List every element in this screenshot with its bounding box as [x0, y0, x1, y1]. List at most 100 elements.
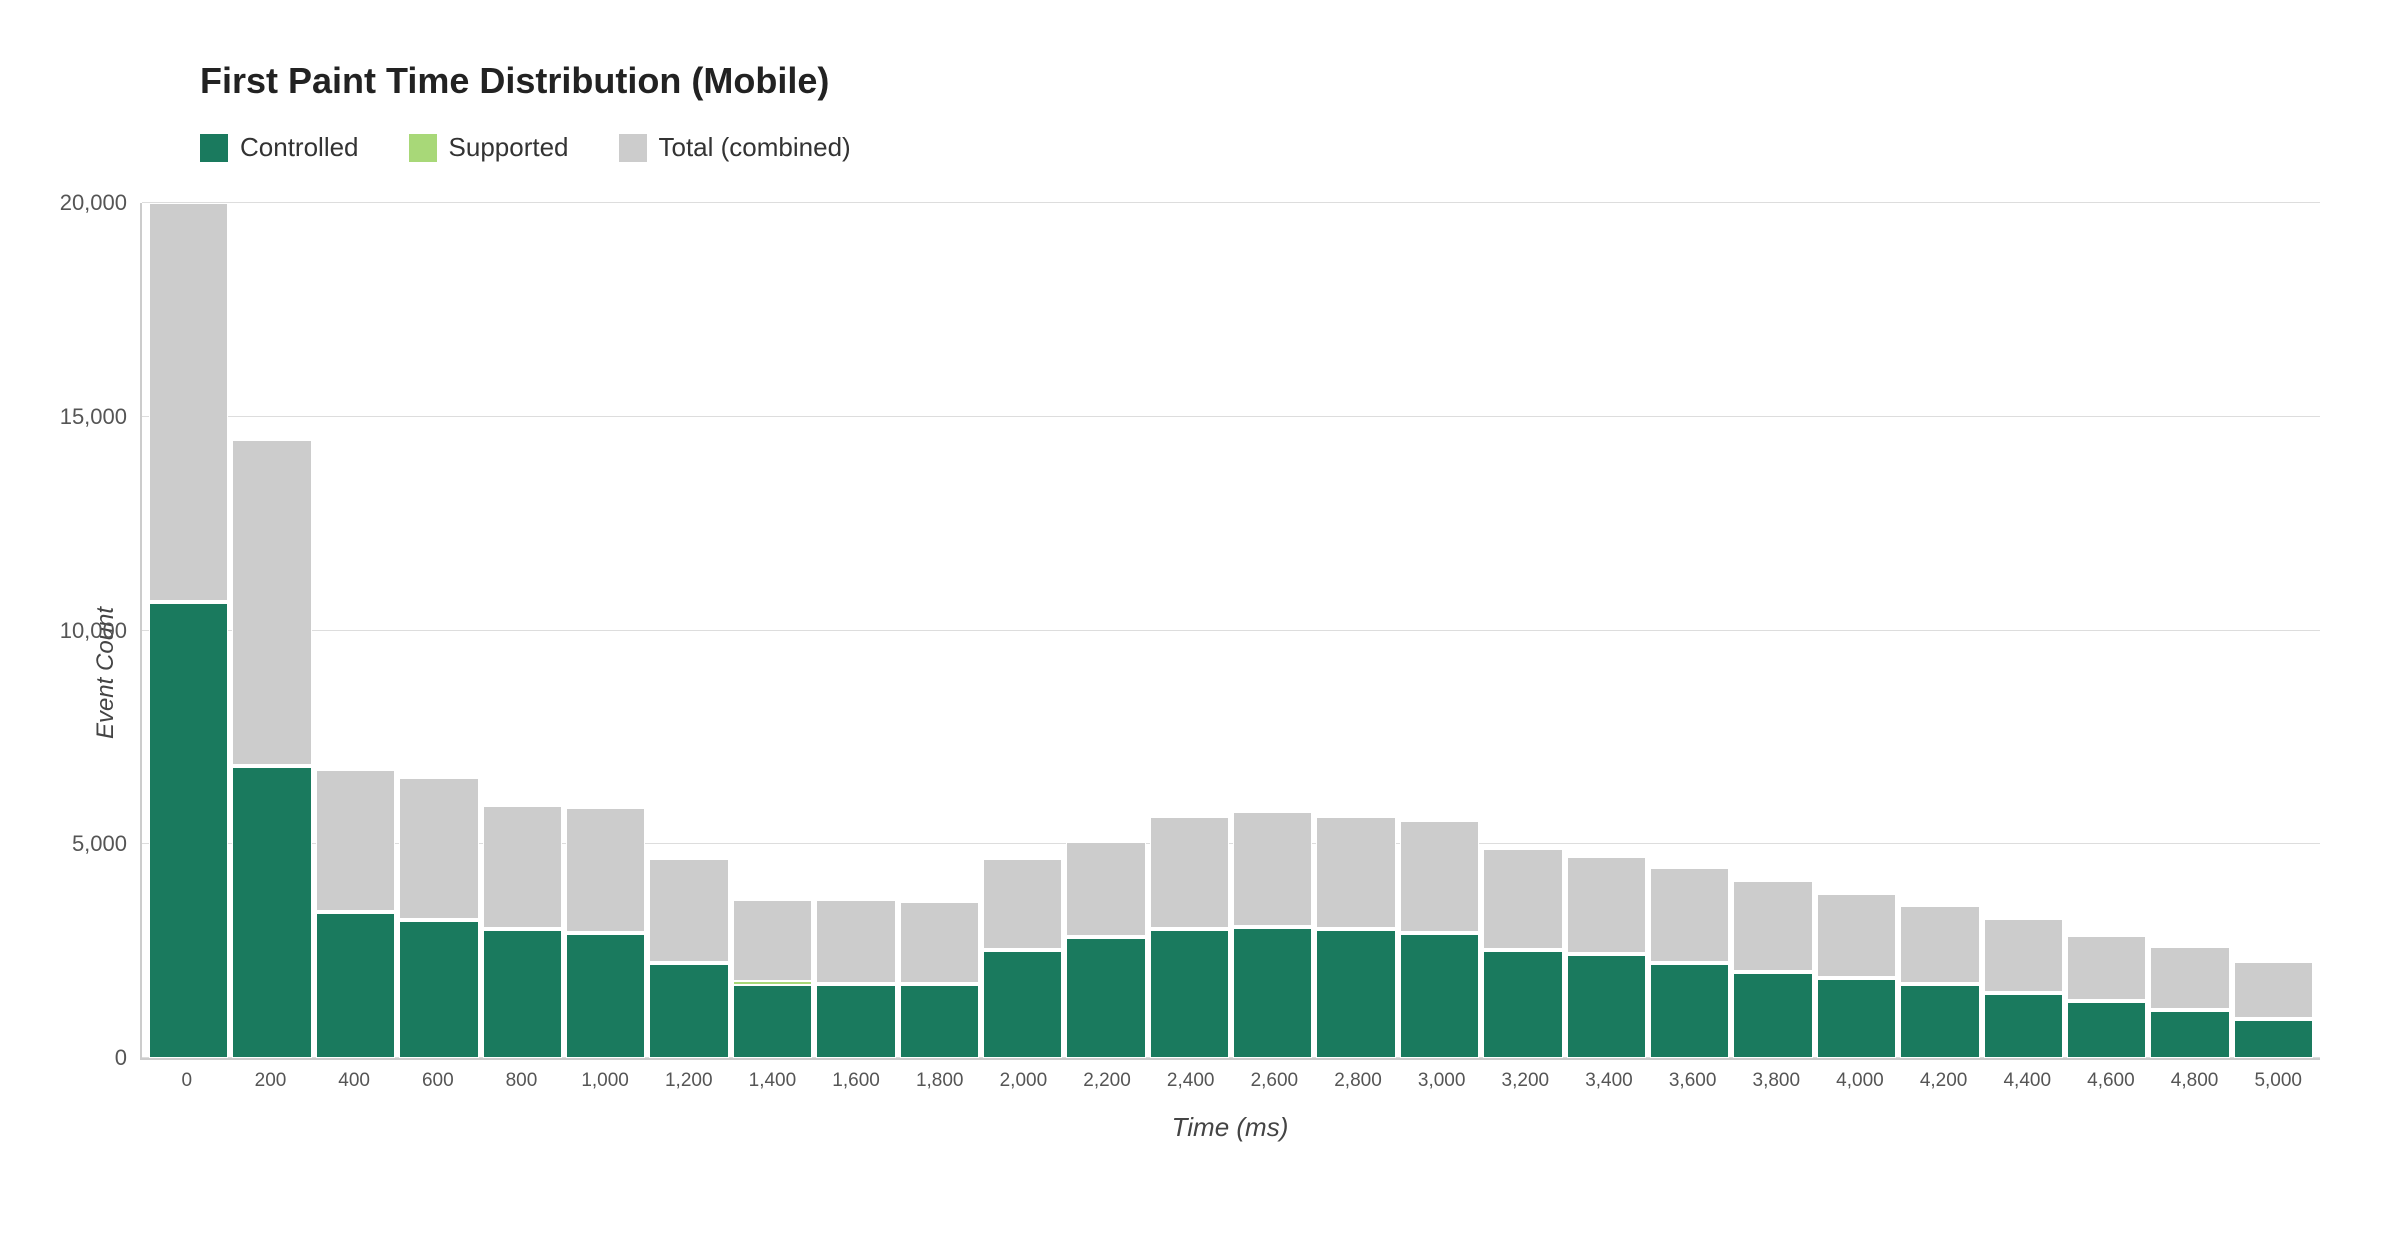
- bar-group: [1400, 203, 1479, 1058]
- bar-group: [149, 203, 228, 1058]
- bar-total-segment: [1400, 821, 1479, 932]
- bar-group: [1316, 203, 1395, 1058]
- bar-total-segment: [566, 808, 645, 932]
- bar-group: [2067, 203, 2146, 1058]
- x-tick: 2,600: [1233, 1070, 1317, 1092]
- bar-total-segment: [149, 203, 228, 601]
- y-tick-label: 10,000: [60, 618, 127, 644]
- bar-group: [483, 203, 562, 1058]
- x-tick: 0: [145, 1070, 229, 1092]
- controlled-label: Controlled: [240, 132, 359, 163]
- bar-group: [232, 203, 311, 1058]
- chart-title: First Paint Time Distribution (Mobile): [200, 60, 2320, 102]
- bar-total-segment: [1233, 812, 1312, 925]
- x-tick: 3,400: [1567, 1070, 1651, 1092]
- bar-controlled-segment: [232, 767, 311, 1058]
- x-tick: 1,600: [814, 1070, 898, 1092]
- bar-total-segment: [816, 900, 895, 983]
- bar-group: [1817, 203, 1896, 1058]
- x-tick: 4,000: [1818, 1070, 1902, 1092]
- bar-controlled-segment: [1733, 973, 1812, 1059]
- bar-group: [1567, 203, 1646, 1058]
- controlled-swatch: [200, 134, 228, 162]
- bar-group: [649, 203, 728, 1058]
- bar-group: [1233, 203, 1312, 1058]
- total-swatch: [619, 134, 647, 162]
- legend-item-total: Total (combined): [619, 132, 851, 163]
- bars-container: [142, 203, 2320, 1058]
- bar-group: [1650, 203, 1729, 1058]
- bar-total-segment: [1650, 868, 1729, 962]
- bar-group: [1483, 203, 1562, 1058]
- bar-group: [1900, 203, 1979, 1058]
- bar-group: [983, 203, 1062, 1058]
- x-tick: 4,200: [1902, 1070, 1986, 1092]
- x-tick: 2,000: [982, 1070, 1066, 1092]
- bar-total-segment: [2150, 947, 2229, 1009]
- x-tick: 5,000: [2236, 1070, 2320, 1092]
- x-tick: 2,800: [1316, 1070, 1400, 1092]
- chart-wrapper: Event Count 05,00010,00015,00020,000 020…: [140, 203, 2320, 1143]
- x-tick: 600: [396, 1070, 480, 1092]
- bar-controlled-segment: [733, 985, 812, 1058]
- bar-controlled-segment: [566, 934, 645, 1058]
- bar-controlled-segment: [399, 921, 478, 1058]
- bar-group: [566, 203, 645, 1058]
- y-tick-label: 0: [115, 1045, 127, 1071]
- x-tick: 1,000: [563, 1070, 647, 1092]
- bar-group: [733, 203, 812, 1058]
- bar-controlled-segment: [900, 985, 979, 1058]
- y-tick-label: 15,000: [60, 404, 127, 430]
- bar-group: [2234, 203, 2313, 1058]
- supported-swatch: [409, 134, 437, 162]
- bar-controlled-segment: [983, 951, 1062, 1058]
- x-tick: 2,400: [1149, 1070, 1233, 1092]
- bar-group: [316, 203, 395, 1058]
- supported-label: Supported: [449, 132, 569, 163]
- bar-controlled-segment: [816, 985, 895, 1058]
- bar-group: [2150, 203, 2229, 1058]
- x-tick: 200: [229, 1070, 313, 1092]
- x-axis-ticks: 02004006008001,0001,2001,4001,6001,8002,…: [140, 1070, 2320, 1092]
- bar-controlled-segment: [1233, 928, 1312, 1058]
- y-tick-label: 20,000: [60, 190, 127, 216]
- total-label: Total (combined): [659, 132, 851, 163]
- bar-controlled-segment: [1400, 934, 1479, 1058]
- x-tick: 3,200: [1484, 1070, 1568, 1092]
- bar-total-segment: [483, 806, 562, 928]
- chart-area: Event Count 05,00010,00015,00020,000 020…: [140, 203, 2320, 1143]
- legend: Controlled Supported Total (combined): [200, 132, 2320, 163]
- x-tick: 4,800: [2153, 1070, 2237, 1092]
- y-tick-label: 5,000: [72, 831, 127, 857]
- x-tick: 1,400: [731, 1070, 815, 1092]
- bar-controlled-segment: [2234, 1020, 2313, 1058]
- x-tick: 3,600: [1651, 1070, 1735, 1092]
- bar-total-segment: [1567, 857, 1646, 953]
- x-tick: 1,200: [647, 1070, 731, 1092]
- bar-controlled-segment: [1316, 930, 1395, 1058]
- bar-total-segment: [1900, 906, 1979, 983]
- bar-controlled-segment: [1066, 938, 1145, 1058]
- bar-group: [399, 203, 478, 1058]
- bar-total-segment: [1150, 817, 1229, 928]
- bar-controlled-segment: [1900, 985, 1979, 1058]
- bar-total-segment: [649, 859, 728, 962]
- bar-group: [1984, 203, 2063, 1058]
- bar-controlled-segment: [649, 964, 728, 1058]
- bar-total-segment: [2067, 936, 2146, 1000]
- bar-group: [1150, 203, 1229, 1058]
- bar-controlled-segment: [316, 913, 395, 1058]
- bar-total-segment: [1733, 881, 1812, 971]
- bar-total-segment: [1066, 842, 1145, 936]
- x-tick: 1,800: [898, 1070, 982, 1092]
- bar-total-segment: [900, 902, 979, 983]
- x-tick: 4,400: [1985, 1070, 2069, 1092]
- bar-total-segment: [399, 778, 478, 919]
- bar-total-segment: [1483, 849, 1562, 949]
- x-axis-label: Time (ms): [140, 1112, 2320, 1143]
- bar-controlled-segment: [1817, 979, 1896, 1058]
- chart-container: First Paint Time Distribution (Mobile) C…: [0, 0, 2400, 1250]
- bar-total-segment: [1316, 817, 1395, 928]
- bar-total-segment: [983, 859, 1062, 949]
- x-tick: 4,600: [2069, 1070, 2153, 1092]
